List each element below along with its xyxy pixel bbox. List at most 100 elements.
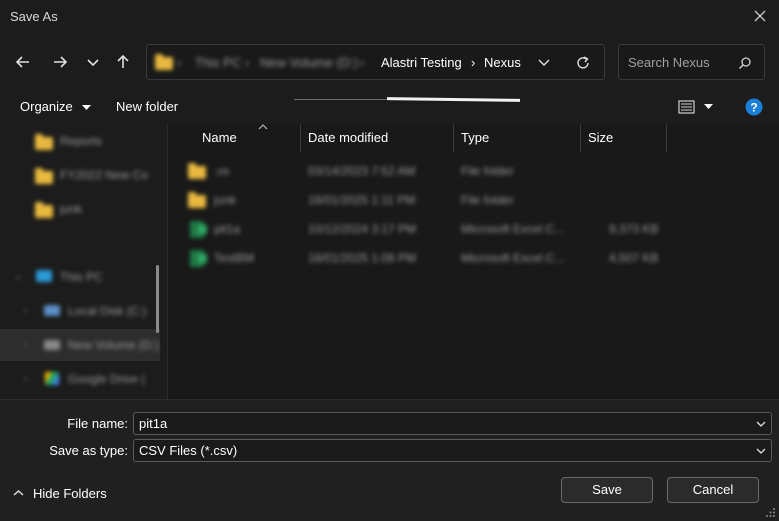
breadcrumb-this-pc[interactable]: This PC bbox=[195, 55, 241, 70]
sidebar-item-local-disk[interactable]: › Local Disk (C:) bbox=[0, 295, 160, 327]
organize-dropdown-icon bbox=[82, 104, 92, 110]
save-type-dropdown-icon[interactable] bbox=[756, 447, 766, 455]
folder-icon bbox=[188, 163, 206, 179]
folder-icon bbox=[35, 134, 53, 150]
folder-icon bbox=[35, 202, 53, 218]
command-toolbar: Organize New folder ? bbox=[0, 90, 779, 124]
computer-icon bbox=[36, 270, 52, 282]
drive-icon bbox=[44, 340, 60, 350]
expand-chevron-icon[interactable]: › bbox=[24, 305, 27, 316]
file-type-cell: File folder bbox=[461, 164, 514, 178]
toolbar-divider bbox=[294, 99, 394, 100]
column-header-type[interactable]: Type bbox=[461, 130, 489, 145]
folder-icon bbox=[35, 168, 53, 184]
file-row[interactable]: TestBM 16/01/2025 1:08 PM Microsoft Exce… bbox=[169, 244, 769, 273]
file-type-cell: Microsoft Excel C... bbox=[461, 222, 565, 236]
breadcrumb-separator: › bbox=[177, 55, 182, 70]
navigation-bar: › This PC › New Volume (D:) › Alastri Te… bbox=[0, 34, 779, 90]
column-header-size[interactable]: Size bbox=[588, 130, 613, 145]
file-name-input[interactable]: pit1a bbox=[139, 416, 167, 431]
sidebar-item-google-drive[interactable]: › Google Drive ( bbox=[0, 363, 160, 395]
drive-icon bbox=[44, 305, 60, 316]
view-options-icon[interactable] bbox=[678, 99, 695, 115]
new-folder-button[interactable]: New folder bbox=[116, 99, 178, 114]
navigation-pane: Reports FY2022 New Co junk ⌄ This PC › L… bbox=[0, 124, 168, 399]
back-arrow-icon[interactable] bbox=[13, 52, 33, 72]
sidebar-item-new-volume[interactable]: › New Volume (D:) bbox=[0, 329, 160, 361]
column-header-name[interactable]: Name bbox=[202, 130, 237, 145]
sidebar-item-label: Reports bbox=[60, 134, 103, 148]
expand-chevron-icon[interactable]: › bbox=[24, 339, 27, 350]
save-type-select[interactable]: CSV Files (*.csv) bbox=[133, 439, 772, 462]
refresh-icon[interactable] bbox=[575, 55, 591, 71]
save-button[interactable]: Save bbox=[561, 477, 653, 503]
address-bar[interactable]: › This PC › New Volume (D:) › Alastri Te… bbox=[146, 44, 605, 80]
sidebar-item-this-pc[interactable]: ⌄ This PC bbox=[0, 261, 160, 293]
hide-folders-label: Hide Folders bbox=[33, 486, 107, 501]
breadcrumb-separator: › bbox=[360, 55, 365, 70]
recent-locations-chevron-icon[interactable] bbox=[83, 52, 103, 72]
file-size-cell: 9,373 KB bbox=[609, 222, 659, 236]
sidebar-item-reports[interactable]: Reports bbox=[0, 125, 160, 157]
file-name-cell: .vs bbox=[214, 164, 230, 178]
file-row[interactable]: pit1a 10/12/2024 3:17 PM Microsoft Excel… bbox=[169, 215, 769, 244]
file-name-field[interactable]: pit1a bbox=[133, 412, 772, 435]
organize-button[interactable]: Organize bbox=[20, 99, 92, 114]
excel-icon bbox=[190, 250, 207, 267]
file-date-cell: 03/14/2023 7:52 AM bbox=[308, 164, 416, 178]
address-history-chevron-icon[interactable] bbox=[537, 57, 551, 69]
sidebar-item-label: New Volume (D:) bbox=[68, 338, 159, 352]
expand-chevron-icon[interactable]: ⌄ bbox=[14, 271, 22, 282]
file-name-dropdown-icon[interactable] bbox=[756, 420, 766, 428]
file-name-cell: junk bbox=[214, 193, 237, 207]
sidebar-item-label: Local Disk (C:) bbox=[68, 304, 147, 318]
excel-icon bbox=[190, 221, 207, 238]
organize-label: Organize bbox=[20, 99, 73, 114]
window-title: Save As bbox=[10, 9, 58, 24]
file-date-cell: 16/01/2025 1:08 PM bbox=[308, 251, 417, 265]
forward-arrow-icon[interactable] bbox=[50, 52, 70, 72]
column-divider[interactable] bbox=[453, 124, 454, 152]
file-list: Name Date modified Type Size .vs 03/14/2… bbox=[169, 124, 779, 399]
file-date-cell: 10/12/2024 3:17 PM bbox=[308, 222, 417, 236]
google-drive-icon bbox=[45, 372, 59, 385]
column-divider[interactable] bbox=[580, 124, 581, 152]
chevron-up-icon bbox=[13, 489, 24, 496]
resize-grip-icon[interactable] bbox=[766, 508, 776, 518]
sidebar-scrollbar[interactable] bbox=[156, 265, 159, 333]
column-divider[interactable] bbox=[300, 124, 301, 152]
sidebar-item-label: junk bbox=[60, 202, 83, 216]
breadcrumb-alastri-testing[interactable]: Alastri Testing bbox=[381, 55, 462, 70]
sidebar-item-junk[interactable]: junk bbox=[0, 193, 160, 225]
search-box[interactable]: Search Nexus bbox=[618, 44, 765, 80]
column-header-date[interactable]: Date modified bbox=[308, 130, 388, 145]
column-divider[interactable] bbox=[666, 124, 667, 152]
sidebar-item-fy2022[interactable]: FY2022 New Co bbox=[0, 159, 160, 191]
help-icon[interactable]: ? bbox=[745, 98, 763, 116]
close-icon[interactable] bbox=[753, 9, 767, 23]
file-row[interactable]: .vs 03/14/2023 7:52 AM File folder bbox=[169, 157, 769, 186]
folder-icon bbox=[188, 192, 206, 208]
sidebar-item-label: This PC bbox=[60, 270, 103, 284]
view-dropdown-icon[interactable] bbox=[704, 104, 713, 110]
expand-chevron-icon[interactable]: › bbox=[24, 373, 27, 384]
up-arrow-icon[interactable] bbox=[113, 52, 133, 72]
breadcrumb-nexus[interactable]: Nexus bbox=[484, 55, 521, 70]
column-header-row: Name Date modified Type Size bbox=[169, 124, 769, 152]
file-name-label: File name: bbox=[67, 416, 128, 431]
file-size-cell: 4,507 KB bbox=[609, 251, 659, 265]
save-type-value: CSV Files (*.csv) bbox=[139, 443, 238, 458]
sidebar-item-label: FY2022 New Co bbox=[60, 168, 149, 182]
search-icon bbox=[738, 57, 751, 70]
cancel-button[interactable]: Cancel bbox=[667, 477, 759, 503]
sort-ascending-icon bbox=[258, 124, 268, 130]
file-type-cell: Microsoft Excel C... bbox=[461, 251, 565, 265]
title-bar: Save As bbox=[0, 0, 779, 34]
save-type-label: Save as type: bbox=[49, 443, 128, 458]
file-row[interactable]: junk 16/01/2025 1:11 PM File folder bbox=[169, 186, 769, 215]
breadcrumb-new-volume[interactable]: New Volume (D:) bbox=[260, 55, 358, 70]
file-type-cell: File folder bbox=[461, 193, 514, 207]
search-input[interactable]: Search Nexus bbox=[628, 55, 710, 70]
folder-icon bbox=[155, 54, 173, 70]
save-form-panel: File name: pit1a Save as type: CSV Files… bbox=[0, 399, 779, 521]
